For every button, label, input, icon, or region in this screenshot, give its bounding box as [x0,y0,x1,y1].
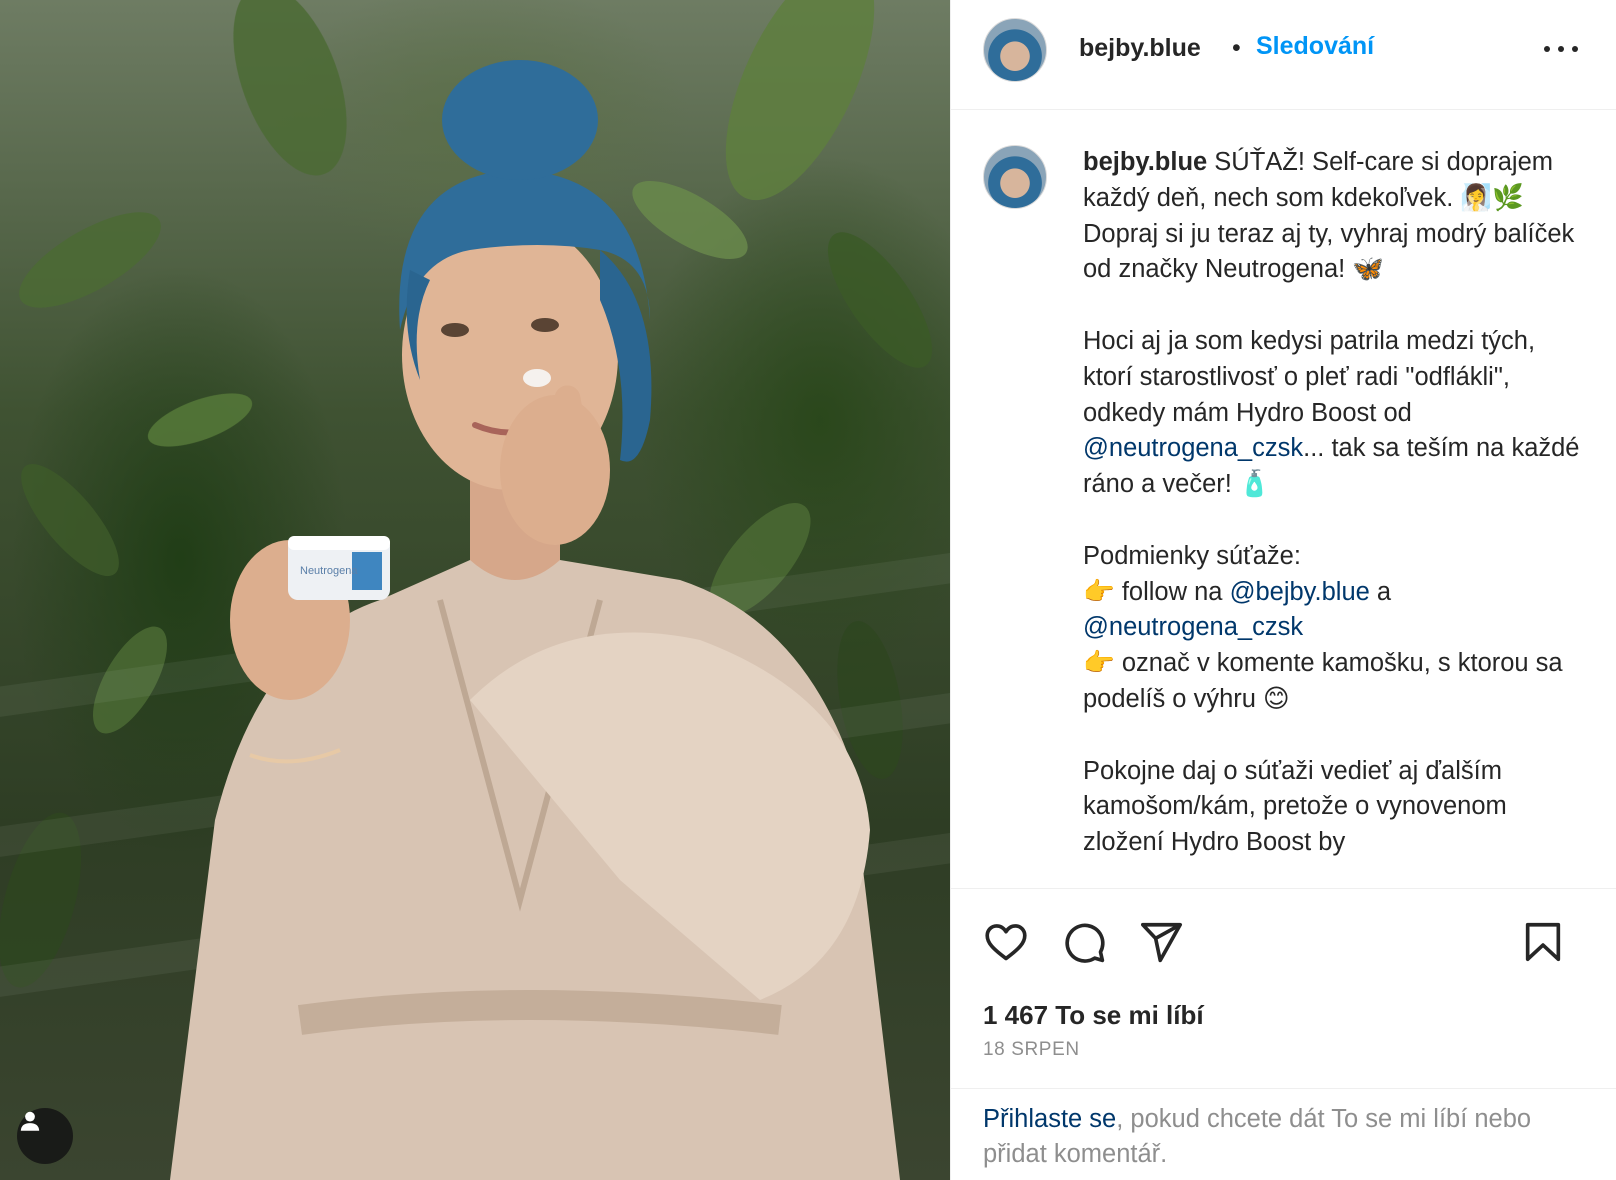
header-username[interactable]: bejby.blue [1079,34,1201,63]
caption-area[interactable]: bejby.blue SÚŤAŽ! Self-care si doprajem … [951,111,1616,888]
tagged-user-button[interactable] [17,1108,73,1164]
caption-text: bejby.blue SÚŤAŽ! Self-care si doprajem … [1083,145,1583,861]
post-photo[interactable]: Neutrogena [0,0,950,1180]
login-link[interactable]: Přihlaste se [983,1105,1116,1133]
caption-avatar[interactable] [983,145,1047,209]
mention-link[interactable]: @neutrogena_czsk [1083,613,1303,641]
mention-link[interactable]: @neutrogena_czsk [1083,434,1303,462]
heart-icon [985,924,1027,961]
bullet-1-joiner: a [1369,577,1399,606]
product-label: Neutrogena [300,565,358,577]
comment-icon [1065,923,1105,963]
caption-paragraph-4: Pokojne daj o súťaži vedieť aj ďalším ka… [1083,756,1514,857]
bullet-1-text: 👉 follow na [1083,577,1230,606]
caption-username[interactable]: bejby.blue [1083,148,1207,176]
user-icon [20,1111,40,1131]
share-button[interactable] [1138,919,1184,965]
share-icon [1140,922,1182,963]
bullet-2-text: 👉 označ v komente kamošku, s ktorou sa p… [1083,649,1570,713]
more-icon-dot [1572,46,1578,52]
avatar[interactable] [983,18,1047,82]
conditions-title: Podmienky súťaže: [1083,541,1301,570]
save-button[interactable] [1520,919,1566,965]
mention-link[interactable]: @bejby.blue [1230,578,1370,606]
like-button[interactable] [983,919,1029,965]
post-photo-illustration: Neutrogena [0,0,950,1180]
caption-paragraph-2a: Hoci aj ja som kedysi patrila medzi tých… [1083,326,1543,427]
comment-button[interactable] [1061,919,1107,965]
action-bar [951,889,1616,989]
header-separator: • [1232,34,1241,62]
follow-button[interactable]: Sledování [1256,32,1374,61]
more-icon [1544,46,1550,52]
post-date[interactable]: 18 SRPEN [983,1039,1080,1061]
section-divider [951,1088,1616,1089]
login-prompt: Přihlaste se, pokud chcete dát To se mi … [983,1102,1583,1172]
more-options-button[interactable] [1544,38,1578,60]
more-icon-dot [1558,46,1564,52]
bookmark-icon [1525,922,1561,962]
like-count[interactable]: 1 467 To se mi líbí [983,1000,1204,1031]
